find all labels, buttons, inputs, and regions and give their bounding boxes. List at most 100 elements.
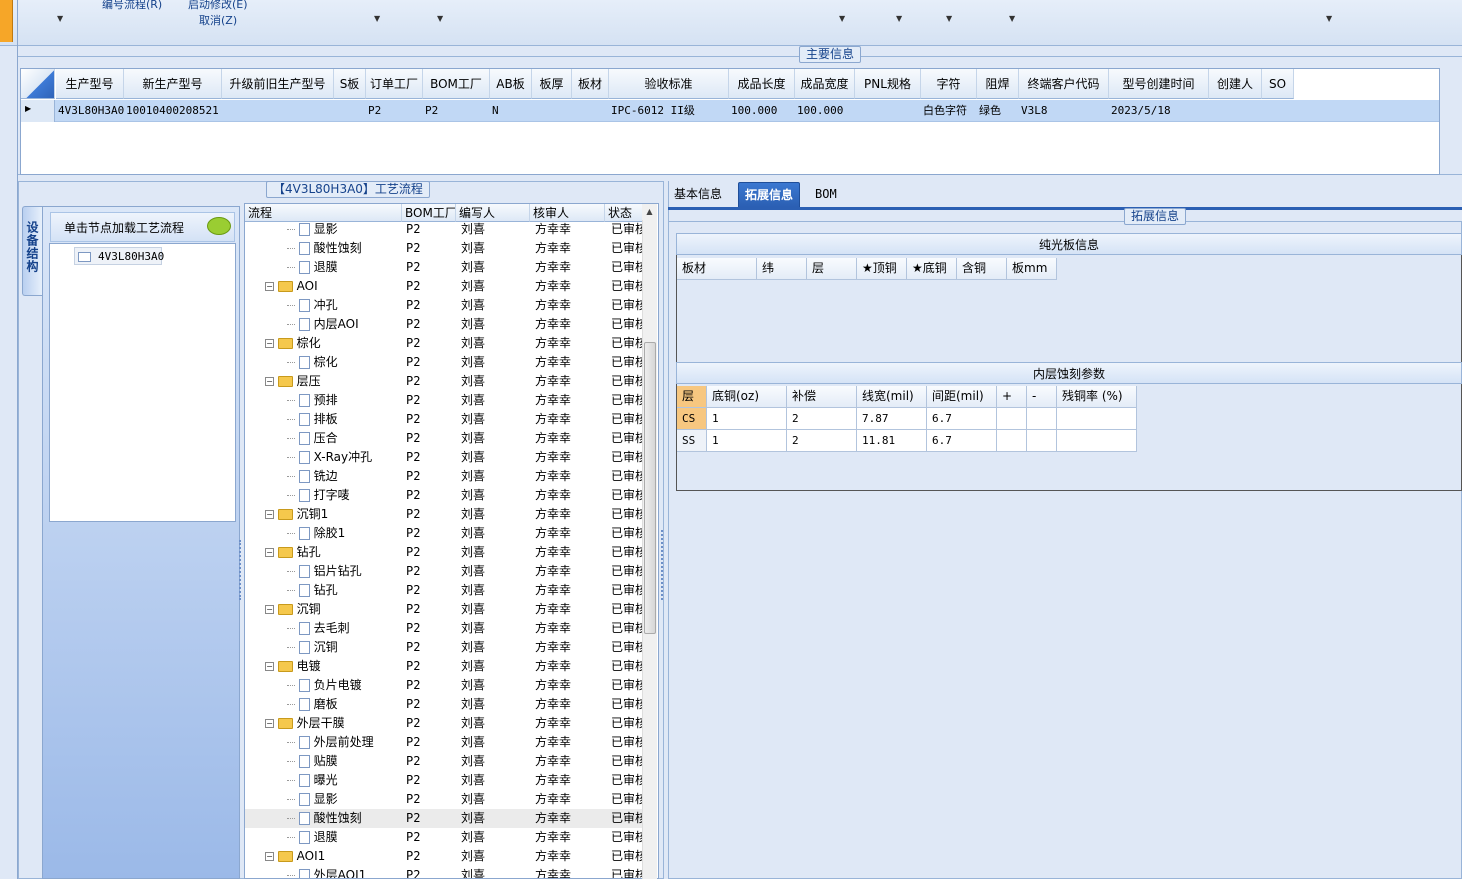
collapse-toggle-icon[interactable]: − <box>265 510 274 519</box>
table-cell[interactable]: 10010400208521 <box>124 101 222 121</box>
table-cell[interactable]: 4V3L80H3A0 <box>56 101 124 121</box>
vtab-device-structure[interactable]: 设备结构 <box>22 206 42 296</box>
collapse-toggle-icon[interactable]: − <box>265 605 274 614</box>
tree-row[interactable]: 显影 P2 刘喜 方幸幸 已审核 <box>245 220 645 239</box>
tree-row[interactable]: X-Ray冲孔 P2 刘喜 方幸幸 已审核 <box>245 448 645 467</box>
tree-row[interactable]: − 沉铜1 P2 刘喜 方幸幸 已审核 <box>245 505 645 524</box>
table-cell[interactable]: 2023/5/18 <box>1109 101 1209 121</box>
column-header[interactable]: PNL规格 <box>855 69 921 99</box>
table-cell[interactable]: P2 <box>366 101 423 121</box>
table-cell[interactable]: 100.000 <box>729 101 795 121</box>
column-header[interactable]: 生产型号 <box>56 69 124 99</box>
tree-row[interactable]: 负片电镀 P2 刘喜 方幸幸 已审核 <box>245 676 645 695</box>
tree-row[interactable]: 酸性蚀刻 P2 刘喜 方幸幸 已审核 <box>245 809 645 828</box>
column-header[interactable]: 新生产型号 <box>124 69 222 99</box>
splitter-handle[interactable] <box>239 540 243 600</box>
menu-cancel[interactable]: 取消(Z) <box>199 12 237 28</box>
column-header[interactable]: 阻焊 <box>977 69 1019 99</box>
collapse-toggle-icon[interactable]: − <box>265 377 274 386</box>
table-cell[interactable]: IPC-6012 II级 <box>609 101 729 121</box>
etch-column-header[interactable]: 补偿 <box>787 386 857 408</box>
pure-column-header[interactable]: ★底铜 <box>907 258 957 280</box>
dropdown-arrow-icon[interactable]: ▼ <box>57 14 63 23</box>
table-cell[interactable] <box>1262 101 1294 121</box>
etch-cell[interactable]: CS <box>677 408 707 430</box>
tree-row[interactable]: − 外层干膜 P2 刘喜 方幸幸 已审核 <box>245 714 645 733</box>
tree-row[interactable]: 铝片钻孔 P2 刘喜 方幸幸 已审核 <box>245 562 645 581</box>
etch-cell[interactable]: 11.81 <box>857 430 927 452</box>
column-header[interactable]: 字符 <box>921 69 977 99</box>
pure-column-header[interactable]: 含铜 <box>957 258 1007 280</box>
tree-row[interactable]: 退膜 P2 刘喜 方幸幸 已审核 <box>245 828 645 847</box>
tree-row[interactable]: 外层前处理 P2 刘喜 方幸幸 已审核 <box>245 733 645 752</box>
etch-column-header[interactable]: 底铜(oz) <box>707 386 787 408</box>
pure-column-header[interactable]: 板mm <box>1007 258 1057 280</box>
column-header[interactable]: 创建人 <box>1209 69 1262 99</box>
etch-cell[interactable] <box>1057 430 1137 452</box>
dropdown-arrow-icon[interactable]: ▼ <box>1009 14 1015 23</box>
etch-cell[interactable]: 6.7 <box>927 430 997 452</box>
etch-cell[interactable] <box>997 430 1027 452</box>
etch-cell[interactable]: 6.7 <box>927 408 997 430</box>
tree-row[interactable]: 预排 P2 刘喜 方幸幸 已审核 <box>245 391 645 410</box>
table-cell[interactable] <box>222 101 334 121</box>
tree-row[interactable]: − AOI1 P2 刘喜 方幸幸 已审核 <box>245 847 645 866</box>
table-cell[interactable] <box>855 101 921 121</box>
tree-row[interactable]: 排板 P2 刘喜 方幸幸 已审核 <box>245 410 645 429</box>
column-header[interactable]: AB板 <box>490 69 532 99</box>
tree-row[interactable]: 除胶1 P2 刘喜 方幸幸 已审核 <box>245 524 645 543</box>
collapse-toggle-icon[interactable]: − <box>265 548 274 557</box>
table-cell[interactable]: V3L8 <box>1019 101 1109 121</box>
column-header[interactable]: BOM工厂 <box>423 69 490 99</box>
table-cell[interactable]: 白色字符 <box>921 101 977 121</box>
table-cell[interactable]: N <box>490 101 532 121</box>
collapse-toggle-icon[interactable]: − <box>265 339 274 348</box>
table-cell[interactable]: 100.000 <box>795 101 855 121</box>
column-header[interactable]: SO <box>1262 69 1294 99</box>
etch-column-header[interactable]: 线宽(mil) <box>857 386 927 408</box>
etch-cell[interactable] <box>997 408 1027 430</box>
tab-ext-info[interactable]: 拓展信息 <box>738 182 801 208</box>
tree-row[interactable]: − 层压 P2 刘喜 方幸幸 已审核 <box>245 372 645 391</box>
row-header[interactable]: ▶ <box>21 100 55 122</box>
tree-row[interactable]: 磨板 P2 刘喜 方幸幸 已审核 <box>245 695 645 714</box>
table-cell[interactable] <box>572 101 609 121</box>
column-header[interactable]: 成品宽度 <box>795 69 855 99</box>
etch-cell[interactable] <box>1027 408 1057 430</box>
tree-row[interactable]: 显影 P2 刘喜 方幸幸 已审核 <box>245 790 645 809</box>
dropdown-arrow-icon[interactable]: ▼ <box>896 14 902 23</box>
tab-basic-info[interactable]: 基本信息 <box>674 182 722 207</box>
tree-row[interactable]: − 棕化 P2 刘喜 方幸幸 已审核 <box>245 334 645 353</box>
tree-row[interactable]: − 电镀 P2 刘喜 方幸幸 已审核 <box>245 657 645 676</box>
column-header[interactable]: S板 <box>334 69 366 99</box>
etch-column-header[interactable]: 层 <box>677 386 707 408</box>
menu-start-modify[interactable]: 启动修改(E) <box>188 0 248 12</box>
pure-column-header[interactable]: 纬 <box>757 258 807 280</box>
column-header[interactable]: 型号创建时间 <box>1109 69 1209 99</box>
etch-cell[interactable] <box>1057 408 1137 430</box>
column-header[interactable]: 成品长度 <box>729 69 795 99</box>
scrollbar-thumb[interactable] <box>644 342 656 634</box>
etch-cell[interactable]: 1 <box>707 430 787 452</box>
column-header[interactable]: 板材 <box>572 69 609 99</box>
dropdown-arrow-icon[interactable]: ▼ <box>946 14 952 23</box>
dropdown-arrow-icon[interactable]: ▼ <box>437 14 443 23</box>
menu-number-flow[interactable]: 编号流程(R) <box>102 0 162 12</box>
table-cell[interactable] <box>532 101 572 121</box>
collapse-toggle-icon[interactable]: − <box>265 852 274 861</box>
pure-column-header[interactable]: 板材 <box>677 258 757 280</box>
tree-row[interactable]: 棕化 P2 刘喜 方幸幸 已审核 <box>245 353 645 372</box>
column-header[interactable]: 终端客户代码 <box>1019 69 1109 99</box>
tab-bom[interactable]: BOM <box>815 182 837 207</box>
tree-node-selected[interactable]: 4V3L80H3A0 <box>74 247 164 265</box>
tree-row[interactable]: 压合 P2 刘喜 方幸幸 已审核 <box>245 429 645 448</box>
speech-bubble-icon[interactable] <box>207 217 231 235</box>
etch-cell[interactable]: 7.87 <box>857 408 927 430</box>
splitter-handle[interactable] <box>661 530 665 600</box>
tree-row[interactable]: 酸性蚀刻 P2 刘喜 方幸幸 已审核 <box>245 239 645 258</box>
column-header[interactable]: 订单工厂 <box>366 69 423 99</box>
etch-column-header[interactable]: 间距(mil) <box>927 386 997 408</box>
table-cell[interactable]: 绿色 <box>977 101 1019 121</box>
etch-cell[interactable]: 1 <box>707 408 787 430</box>
etch-cell[interactable]: SS <box>677 430 707 452</box>
